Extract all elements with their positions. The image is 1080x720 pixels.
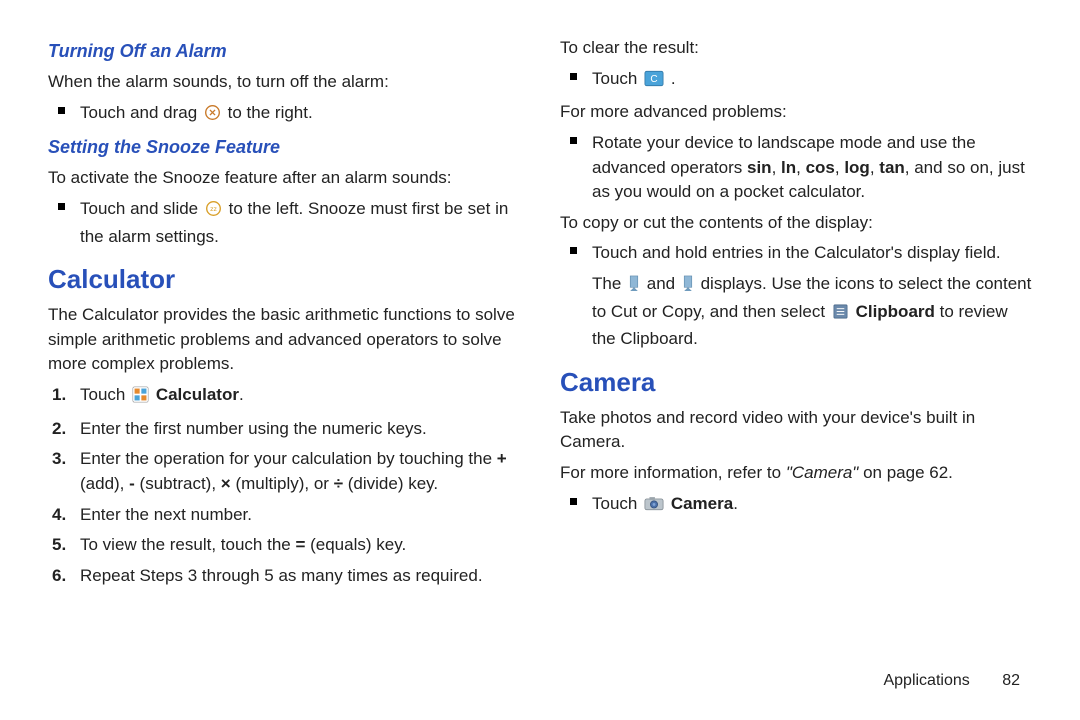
clipboard-icon <box>832 303 849 328</box>
text: (equals) key. <box>305 535 406 554</box>
section-name: Applications <box>883 672 969 689</box>
text: Camera <box>671 494 733 513</box>
bullet-item: Touch Camera. <box>560 492 1032 520</box>
list-item: 2. Enter the first number using the nume… <box>48 417 520 442</box>
page-number: 82 <box>1002 672 1020 689</box>
list-number: 4. <box>52 503 66 528</box>
list-number: 6. <box>52 564 66 589</box>
text: ÷ <box>334 474 343 493</box>
op-log: log <box>844 158 870 177</box>
paragraph: To activate the Snooze feature after an … <box>48 166 520 191</box>
marker-end-icon <box>682 275 694 300</box>
list-item: 4. Enter the next number. <box>48 503 520 528</box>
list-item: 5. To view the result, touch the = (equa… <box>48 533 520 558</box>
text: Calculator <box>156 385 239 404</box>
list-number: 3. <box>52 447 66 472</box>
continuation: The and displays. Use the icons to selec… <box>560 272 1032 352</box>
op-sin: sin <box>747 158 772 177</box>
text: The <box>592 274 626 293</box>
text: (multiply), or <box>231 474 334 493</box>
bullet-item: Touch and slide zz to the left. Snooze m… <box>48 197 520 249</box>
heading-calculator: Calculator <box>48 261 520 299</box>
op-tan: tan <box>879 158 905 177</box>
paragraph: To copy or cut the contents of the displ… <box>560 211 1032 236</box>
right-column: To clear the result: Touch C . For more … <box>560 34 1032 594</box>
paragraph: For more advanced problems: <box>560 100 1032 125</box>
text: . <box>239 385 244 404</box>
text: on page 62. <box>858 463 953 482</box>
camera-app-icon <box>644 495 664 520</box>
list-number: 5. <box>52 533 66 558</box>
snooze-zz-icon: zz <box>205 200 222 225</box>
list-item: 3. Enter the operation for your calculat… <box>48 447 520 496</box>
heading-camera: Camera <box>560 364 1032 402</box>
list-number: 1. <box>52 383 66 408</box>
text: "Camera" <box>786 463 859 482</box>
calculator-app-icon <box>132 386 149 411</box>
text: Touch <box>592 69 642 88</box>
alarm-x-icon <box>204 104 221 129</box>
op-ln: ln <box>781 158 796 177</box>
text: Touch <box>592 494 642 513</box>
list-number: 2. <box>52 417 66 442</box>
text: Touch <box>80 385 130 404</box>
text: and <box>647 274 680 293</box>
text: Touch and slide <box>80 199 203 218</box>
bullet-item: Rotate your device to landscape mode and… <box>560 131 1032 205</box>
list-item: 6. Repeat Steps 3 through 5 as many time… <box>48 564 520 589</box>
text: × <box>221 474 231 493</box>
paragraph: When the alarm sounds, to turn off the a… <box>48 70 520 95</box>
page-footer: Applications 82 <box>883 672 1020 690</box>
text: to the right. <box>228 103 313 122</box>
text: Enter the next number. <box>80 505 252 524</box>
heading-turning-off-alarm: Turning Off an Alarm <box>48 38 520 64</box>
paragraph: The Calculator provides the basic arithm… <box>48 303 520 377</box>
paragraph: For more information, refer to "Camera" … <box>560 461 1032 486</box>
text: = <box>295 535 305 554</box>
text: . <box>671 69 676 88</box>
text: Repeat Steps 3 through 5 as many times a… <box>80 566 483 585</box>
text: Touch and drag <box>80 103 202 122</box>
text: (divide) key. <box>343 474 438 493</box>
bullet-item: Touch C . <box>560 67 1032 95</box>
text: Clipboard <box>856 302 935 321</box>
list-item: 1. Touch Calculator. <box>48 383 520 411</box>
svg-text:zz: zz <box>210 206 217 213</box>
clear-c-icon: C <box>644 70 664 95</box>
marker-start-icon <box>628 275 640 300</box>
left-column: Turning Off an Alarm When the alarm soun… <box>48 34 520 594</box>
bullet-item: Touch and hold entries in the Calculator… <box>560 241 1032 266</box>
text: For more information, refer to <box>560 463 786 482</box>
paragraph: Take photos and record video with your d… <box>560 406 1032 455</box>
op-cos: cos <box>806 158 835 177</box>
text: Touch and hold entries in the Calculator… <box>592 243 1001 262</box>
paragraph: To clear the result: <box>560 36 1032 61</box>
svg-text:C: C <box>650 74 657 85</box>
text: Enter the first number using the numeric… <box>80 419 427 438</box>
heading-snooze: Setting the Snooze Feature <box>48 134 520 160</box>
text: To view the result, touch the <box>80 535 295 554</box>
text: + <box>497 449 507 468</box>
text: . <box>733 494 738 513</box>
text: (add), <box>80 474 129 493</box>
text: Enter the operation for your calculation… <box>80 449 497 468</box>
text: (subtract), <box>135 474 221 493</box>
bullet-item: Touch and drag to the right. <box>48 101 520 129</box>
